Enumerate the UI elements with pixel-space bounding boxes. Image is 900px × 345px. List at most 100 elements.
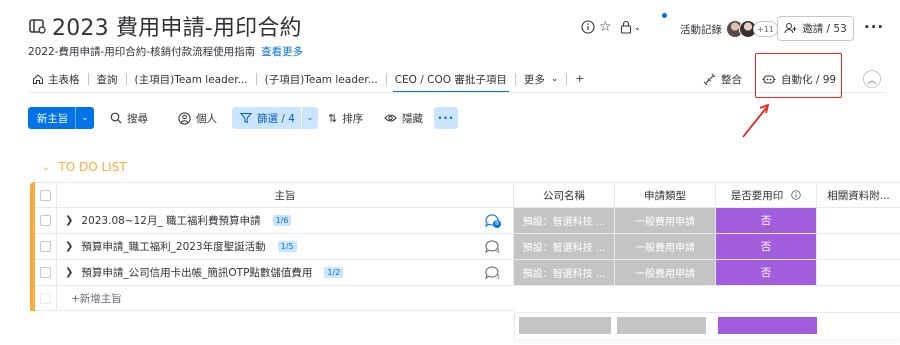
seal-status-cell[interactable]: 否: [716, 260, 817, 286]
sort-button[interactable]: ⇅ 排序: [328, 107, 363, 129]
page-title[interactable]: 2023 費用申請-用印合約: [52, 10, 302, 42]
column-header-label: 公司名稱: [543, 189, 585, 202]
integration-icon: [703, 73, 716, 85]
column-header-seal[interactable]: 是否要用印: [716, 182, 817, 208]
tab-more[interactable]: 更多 ⌄: [516, 66, 567, 92]
item-name[interactable]: 2023.08~12月_ 職工福利費預算申請: [81, 213, 260, 228]
activity-log[interactable]: 活動記錄 +11: [680, 16, 778, 42]
info-icon[interactable]: [581, 20, 595, 34]
subitems-count-badge[interactable]: 1/2: [324, 267, 344, 278]
select-all-checkbox[interactable]: [40, 189, 51, 201]
seal-status-cell[interactable]: 否: [716, 208, 817, 234]
filter-label: 篩選 / 4: [257, 112, 295, 125]
updates-cell[interactable]: 4: [472, 234, 514, 260]
updates-cell[interactable]: 8: [472, 208, 514, 234]
item-name-cell[interactable]: ❯ 預算申請_公司信用卡出帳_簡訊OTP點數儲值費用 1/2: [57, 260, 472, 286]
table-row[interactable]: ❯ 預算申請_公司信用卡出帳_簡訊OTP點數儲值費用 1/2 3 預設：智選科技 …: [30, 260, 900, 286]
home-icon: [33, 74, 43, 84]
avatar-group[interactable]: +11: [726, 20, 778, 38]
seal-summary-bar[interactable]: [718, 317, 817, 334]
column-header-attachments[interactable]: 相關資料附...: [817, 182, 900, 208]
chevron-down-icon[interactable]: ⌄: [42, 162, 50, 173]
type-status-cell[interactable]: 一般費用申請: [615, 234, 716, 260]
board-description: 2022-費用申請-用印合約-核銷付款流程使用指南 查看更多: [28, 44, 303, 60]
expand-subitems-icon[interactable]: ❯: [65, 267, 73, 278]
item-name[interactable]: 預算申請_職工福利_2023年度聖誕活動: [81, 239, 265, 254]
row-checkbox[interactable]: [40, 267, 51, 278]
filter-button[interactable]: 篩選 / 4 ⌄: [232, 107, 318, 129]
table-row[interactable]: ❯ 預算申請_職工福利_2023年度聖誕活動 1/5 4 預設：智選科技 ... …: [30, 234, 900, 260]
invite-button[interactable]: 邀請 / 53: [777, 16, 854, 41]
subitems-count-badge[interactable]: 1/6: [272, 215, 292, 226]
integrate-button[interactable]: 整合: [703, 66, 742, 92]
column-header-company[interactable]: 公司名稱: [514, 182, 615, 208]
attachments-cell[interactable]: [817, 260, 900, 286]
filter-main[interactable]: 篩選 / 4: [232, 111, 301, 126]
star-icon[interactable]: ☆: [599, 19, 612, 35]
row-checkbox[interactable]: [40, 215, 51, 226]
group-title[interactable]: TO DO LIST: [58, 160, 126, 174]
more-toolbar-options-icon[interactable]: ···: [434, 107, 458, 129]
info-icon[interactable]: [791, 190, 802, 200]
type-status-cell[interactable]: 一般費用申請: [615, 208, 716, 234]
seal-value: 否: [760, 267, 772, 279]
item-name-cell[interactable]: ❯ 預算申請_職工福利_2023年度聖誕活動 1/5: [57, 234, 472, 260]
column-header-item[interactable]: 主旨: [57, 182, 514, 208]
company-value: 預設：智選科技 ...: [522, 243, 606, 254]
search-label: 搜尋: [127, 112, 148, 125]
subitems-count-badge[interactable]: 1/5: [277, 241, 297, 252]
eye-hide-icon: [384, 114, 397, 122]
tab-sub-item-team-leader[interactable]: (子項目)Team leader...: [257, 66, 386, 92]
seal-value: 否: [760, 215, 772, 227]
row-select-cell: [35, 260, 57, 286]
column-header-label: 主旨: [274, 189, 296, 202]
column-header-label: 是否要用印: [730, 189, 784, 202]
collapse-header-button[interactable]: ︿: [863, 70, 881, 88]
company-cell[interactable]: 預設：智選科技 ...: [514, 208, 615, 234]
chevron-down-icon: ⌄: [550, 74, 559, 84]
see-more-link[interactable]: 查看更多: [261, 46, 303, 58]
row-checkbox: [40, 292, 51, 304]
expand-subitems-icon[interactable]: ❯: [65, 241, 73, 252]
updates-cell[interactable]: 3: [472, 260, 514, 286]
more-options-icon[interactable]: ···: [864, 18, 884, 36]
add-item-label: +新增主旨: [71, 292, 122, 305]
item-name[interactable]: 預算申請_公司信用卡出帳_簡訊OTP點數儲值費用: [81, 265, 312, 280]
seal-status-cell[interactable]: 否: [716, 234, 817, 260]
add-item-row[interactable]: +新增主旨: [30, 286, 900, 311]
attachments-cell[interactable]: [817, 234, 900, 260]
group-header[interactable]: ⌄ TO DO LIST: [42, 159, 127, 175]
table-header-row: 主旨 公司名稱 申請類型 是否要用印 相關資料附...: [30, 182, 900, 208]
type-status-cell[interactable]: 一般費用申請: [615, 260, 716, 286]
expand-subitems-icon[interactable]: ❯: [65, 215, 73, 226]
new-item-button[interactable]: 新主旨 ⌄: [28, 107, 94, 129]
column-header-label: 相關資料附...: [827, 189, 890, 202]
company-cell[interactable]: 預設：智選科技 ...: [514, 234, 615, 260]
search-button[interactable]: 搜尋: [110, 107, 148, 129]
tab-ceo-coo-approval[interactable]: CEO / COO 審批子項目: [387, 66, 515, 93]
add-view-button[interactable]: +: [567, 66, 592, 92]
attachments-cell[interactable]: [817, 208, 900, 234]
item-name-cell[interactable]: ❯ 2023.08~12月_ 職工福利費預算申請 1/6: [57, 208, 472, 234]
person-filter-button[interactable]: 個人: [178, 107, 217, 129]
type-summary-bar[interactable]: [617, 317, 706, 334]
row-checkbox[interactable]: [40, 241, 51, 252]
tab-main-item-team-leader[interactable]: (主項目)Team leader...: [127, 66, 256, 92]
tab-query[interactable]: 查詢: [89, 66, 126, 92]
tab-main-table[interactable]: 主表格: [28, 66, 88, 92]
hide-button[interactable]: 隱藏: [384, 107, 423, 129]
table-row[interactable]: ❯ 2023.08~12月_ 職工福利費預算申請 1/6 8 預設：智選科技 ..…: [30, 208, 900, 234]
tab-label: (主項目)Team leader...: [134, 73, 248, 86]
company-value: 預設：智選科技 ...: [522, 217, 606, 228]
lock-dropdown[interactable]: ⌄: [620, 20, 641, 34]
column-header-type[interactable]: 申請類型: [615, 182, 716, 208]
updates-count: 8: [495, 220, 499, 227]
type-value: 一般費用申請: [635, 217, 695, 228]
view-tabs: 主表格 查詢 (主項目)Team leader... (子項目)Team lea…: [28, 66, 592, 93]
chevron-down-icon[interactable]: ⌄: [76, 113, 94, 123]
chevron-down-icon[interactable]: ⌄: [302, 113, 318, 123]
company-summary-bar[interactable]: [519, 317, 611, 334]
sort-icon: ⇅: [328, 111, 338, 125]
company-cell[interactable]: 預設：智選科技 ...: [514, 260, 615, 286]
add-item-input[interactable]: +新增主旨: [57, 286, 514, 311]
